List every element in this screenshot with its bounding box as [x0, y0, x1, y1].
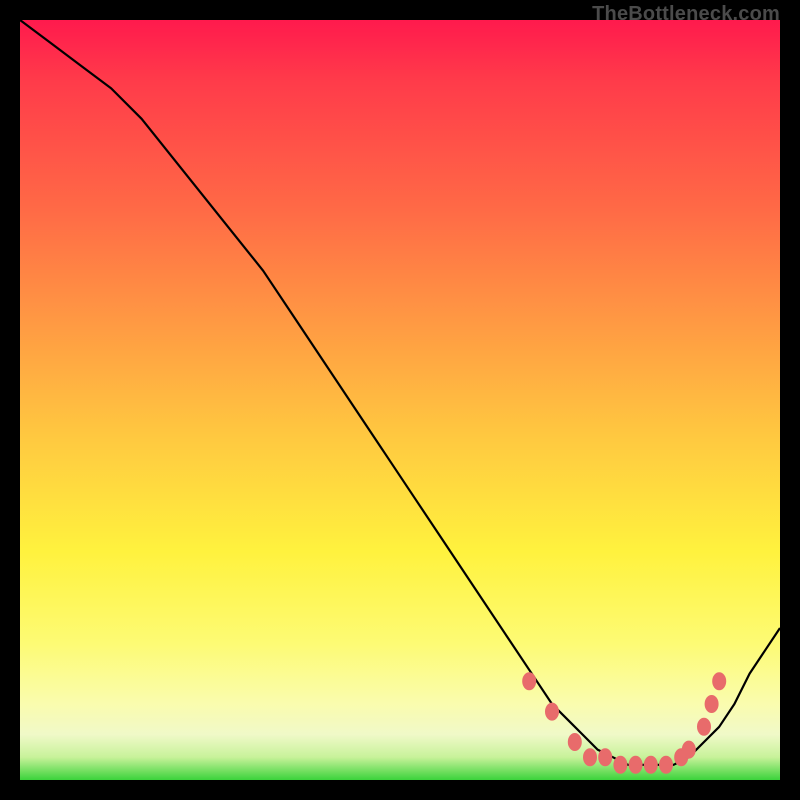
curve-marker — [598, 748, 612, 766]
curve-marker — [712, 672, 726, 690]
bottleneck-curve — [20, 20, 780, 765]
curve-svg — [20, 20, 780, 780]
curve-marker — [644, 756, 658, 774]
curve-marker — [705, 695, 719, 713]
curve-marker — [697, 718, 711, 736]
curve-marker — [682, 741, 696, 759]
plot-area — [20, 20, 780, 780]
curve-marker — [583, 748, 597, 766]
curve-marker — [545, 703, 559, 721]
curve-markers — [522, 672, 726, 774]
curve-marker — [613, 756, 627, 774]
curve-marker — [659, 756, 673, 774]
curve-marker — [568, 733, 582, 751]
chart-frame: TheBottleneck.com — [0, 0, 800, 800]
curve-marker — [629, 756, 643, 774]
curve-marker — [522, 672, 536, 690]
